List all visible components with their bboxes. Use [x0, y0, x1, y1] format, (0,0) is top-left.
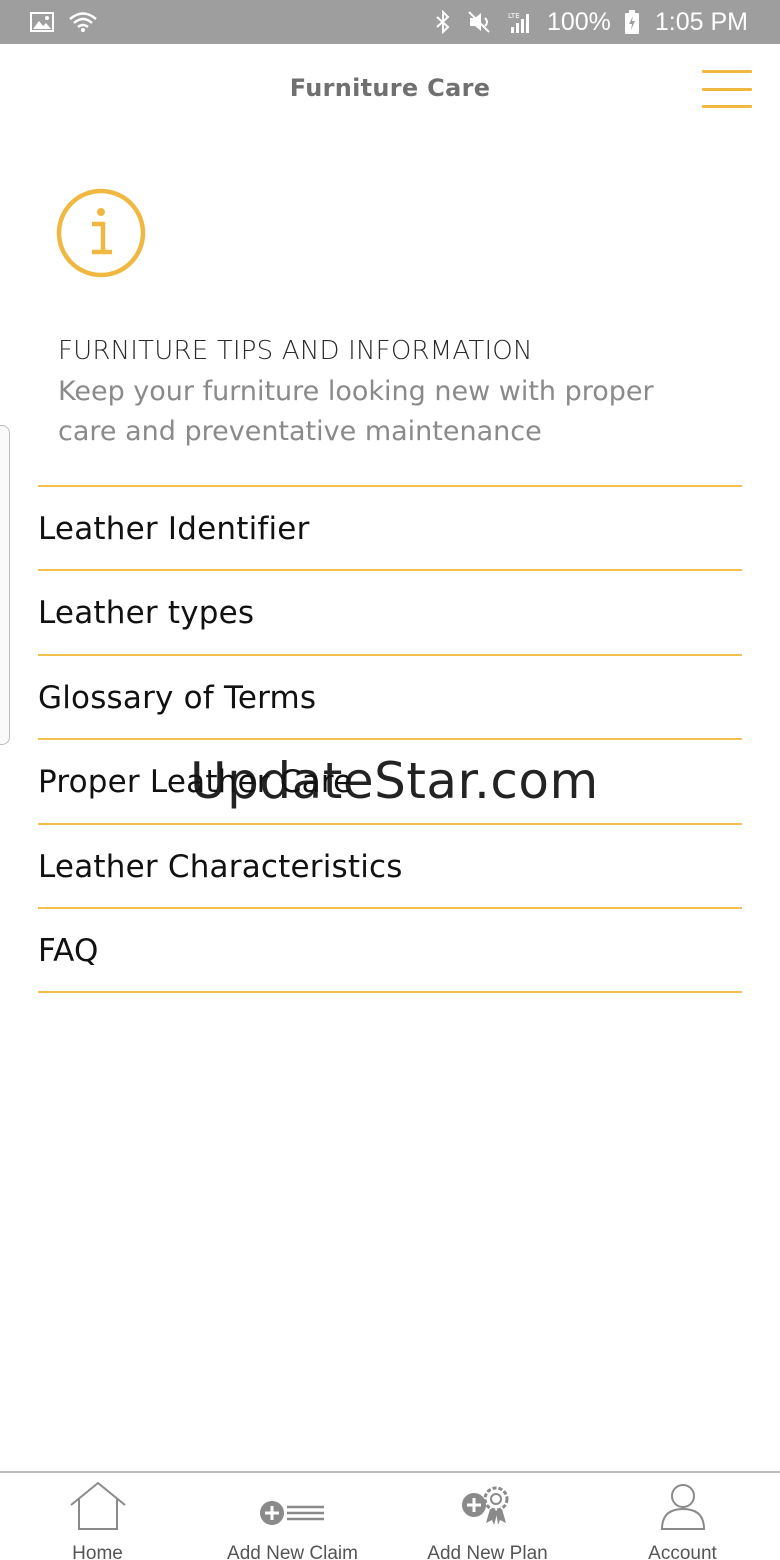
intro-subtitle: Keep your furniture looking new with pro…: [58, 376, 654, 447]
battery-charging-icon: [624, 10, 639, 34]
info-icon: [54, 186, 148, 280]
page-title: Furniture Care: [289, 74, 491, 102]
account-icon: [658, 1481, 708, 1531]
nav-home[interactable]: Home: [0, 1473, 195, 1560]
menu-bar-middle: [702, 87, 752, 91]
battery-percent: 100%: [546, 7, 611, 36]
side-panel-handle[interactable]: [0, 425, 10, 745]
home-icon: [69, 1481, 127, 1531]
list-item-label: Leather Identifier: [38, 511, 310, 547]
nav-account[interactable]: Account: [585, 1473, 780, 1560]
mute-icon: [467, 10, 493, 34]
menu-bar-top: [702, 70, 752, 73]
list-item-glossary[interactable]: Glossary of Terms: [38, 656, 742, 741]
status-time: 1:05 PM: [654, 7, 748, 36]
menu-bar-bottom: [702, 105, 752, 108]
app-header: Furniture Care: [0, 44, 780, 136]
add-plan-icon: [458, 1481, 518, 1531]
bluetooth-icon: [433, 10, 453, 34]
nav-label: Add New Plan: [427, 1543, 548, 1560]
list-item-faq[interactable]: FAQ: [38, 909, 742, 994]
watermark: UpdateStar.com: [190, 752, 599, 810]
nav-label: Home: [72, 1543, 123, 1560]
status-bar: LTE 100% 1:05 PM: [0, 0, 780, 44]
list-item-label: Glossary of Terms: [38, 679, 317, 716]
nav-add-new-claim[interactable]: Add New Claim: [195, 1473, 390, 1560]
lte-signal-icon: LTE: [507, 10, 533, 34]
list-item-label: Leather types: [38, 595, 255, 632]
status-right: LTE 100% 1:05 PM: [433, 8, 748, 37]
intro-section: FURNITURE TIPS AND INFORMATION Keep your…: [58, 334, 758, 452]
add-claim-icon: [258, 1481, 328, 1531]
status-left: [30, 11, 98, 33]
list-item-label: Leather Characteristics: [38, 848, 403, 885]
bottom-nav: Home Add New Claim Add New Plan Account: [0, 1471, 780, 1560]
list-item-leather-types[interactable]: Leather types: [38, 571, 742, 656]
nav-add-new-plan[interactable]: Add New Plan: [390, 1473, 585, 1560]
wifi-icon: [68, 11, 98, 33]
list-item-leather-characteristics[interactable]: Leather Characteristics: [38, 825, 742, 909]
image-icon: [30, 12, 54, 32]
nav-label: Add New Claim: [227, 1543, 358, 1560]
nav-label: Account: [648, 1543, 717, 1560]
intro-title: FURNITURE TIPS AND INFORMATION: [58, 336, 533, 366]
hamburger-menu-icon[interactable]: [700, 68, 754, 110]
care-topics-list: Leather Identifier Leather types Glossar…: [38, 485, 742, 994]
svg-text:LTE: LTE: [508, 12, 520, 20]
list-item-leather-identifier[interactable]: Leather Identifier: [38, 487, 742, 572]
list-item-label: FAQ: [38, 932, 99, 969]
